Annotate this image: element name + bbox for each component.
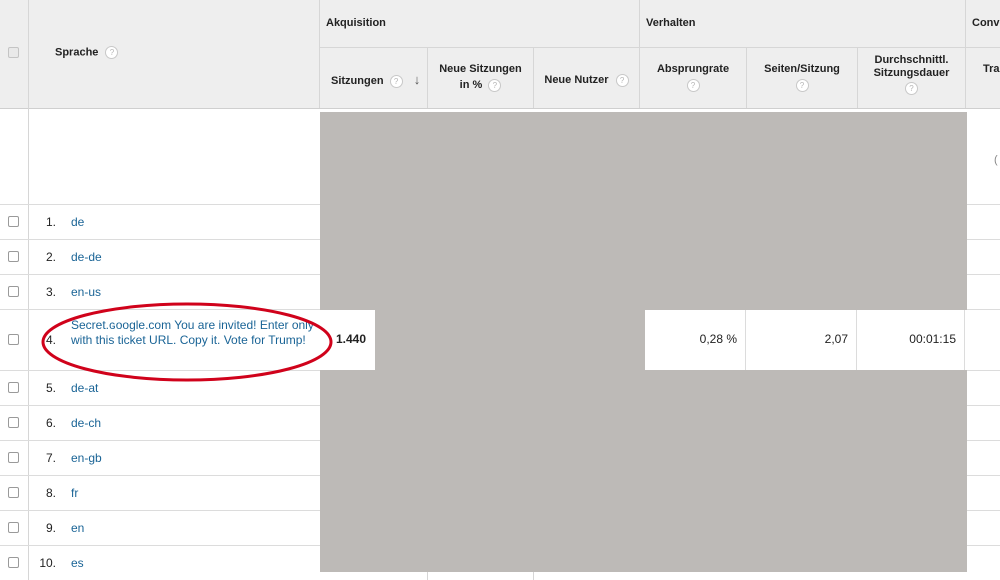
group-conversions: Conve [972,17,1000,29]
redaction-block [320,370,967,572]
help-icon[interactable]: ? [488,78,502,92]
row-checkbox[interactable] [8,251,19,262]
row-checkbox[interactable] [8,216,19,227]
bounce-rate-text: 0,28 % [699,332,737,346]
table-row: 8. fr [0,476,320,510]
column-header-sessions[interactable]: Sitzungen ? ↓ [320,72,427,89]
help-icon[interactable]: ? [686,78,700,92]
help-icon[interactable]: ? [905,82,918,95]
column-header-label: Sitzungen [331,75,384,87]
row-checkbox[interactable] [8,522,19,533]
select-all-checkbox[interactable] [8,47,19,58]
pages-per-session-value: 2,07 [747,310,857,370]
bounce-rate-value: 0,28 % [645,310,746,370]
column-header-label: in % [459,79,483,91]
group-acquisition: Akquisition [326,17,386,29]
column-header-label: Absprungrate [656,63,730,75]
language-link[interactable]: en-us [71,285,101,299]
sort-descending-icon[interactable]: ↓ [414,72,421,87]
language-link[interactable]: es [71,556,84,570]
row-checkbox[interactable] [8,286,19,297]
pages-per-session-text: 2,07 [824,332,848,346]
help-icon[interactable]: ? [105,46,119,59]
dimension-header-label: Sprache [55,46,99,59]
language-link[interactable]: de [71,215,84,229]
language-link[interactable]: de-ch [71,416,101,430]
row-checkbox[interactable] [8,557,19,568]
row-number: 2. [45,250,56,264]
row-number: 1. [45,215,56,229]
row-checkbox[interactable] [8,417,19,428]
table-row: 2. de-de [0,240,320,274]
language-link[interactable]: en [71,521,84,535]
row-checkbox[interactable] [8,452,19,463]
sessions-value-text: 1.440 [336,332,367,346]
language-link[interactable]: en-gb [71,451,102,465]
avg-session-duration-value: 00:01:15 [858,310,965,370]
help-icon[interactable]: ? [615,73,629,87]
row-number: 3. [45,285,56,299]
column-header-avg-session-duration[interactable]: Durchschnittl. Sitzungsdauer ? [858,54,965,95]
column-header-label: Seiten/Sitzung [764,63,840,75]
help-icon[interactable]: ? [389,74,403,88]
redaction-block [320,112,967,310]
row-number: 6. [45,416,56,430]
summary-partial-text: ( [994,154,998,166]
row-checkbox[interactable] [8,334,19,345]
column-header-label: Neue Nutzer [544,74,609,86]
table-row: 9. en [0,511,320,545]
row-number: 7. [45,451,56,465]
table-row: 10. es [0,546,320,580]
group-behavior: Verhalten [646,17,696,29]
dimension-header-language[interactable]: Sprache ? [55,46,119,59]
redaction-block [375,310,645,370]
column-header-new-users[interactable]: Neue Nutzer ? [534,72,639,88]
table-row: 1. de [0,205,320,239]
column-header-label: Tran [983,63,1000,75]
column-header-bounce-rate[interactable]: Absprungrate ? [640,61,746,93]
row-checkbox[interactable] [8,382,19,393]
table-row: 7. en-gb [0,441,320,475]
column-header-label: Durchschnittl. [874,54,949,66]
avg-session-duration-text: 00:01:15 [909,332,956,346]
row-number: 10. [39,556,56,570]
column-header-transactions[interactable]: Tran [983,61,1000,77]
row-checkbox[interactable] [8,487,19,498]
column-header-new-sessions-pct[interactable]: Neue Sitzungen in % ? [428,61,533,93]
column-header-label: Neue Sitzungen [439,63,522,75]
language-link[interactable]: de-de [71,250,102,264]
row-number: 9. [45,521,56,535]
column-header-label: Sitzungsdauer [873,67,950,79]
row-number: 8. [45,486,56,500]
highlight-ellipse [41,302,333,382]
column-header-pages-per-session[interactable]: Seiten/Sitzung ? [747,61,857,93]
table-row: 6. de-ch [0,406,320,440]
help-icon[interactable]: ? [795,78,809,92]
language-link[interactable]: fr [71,486,78,500]
